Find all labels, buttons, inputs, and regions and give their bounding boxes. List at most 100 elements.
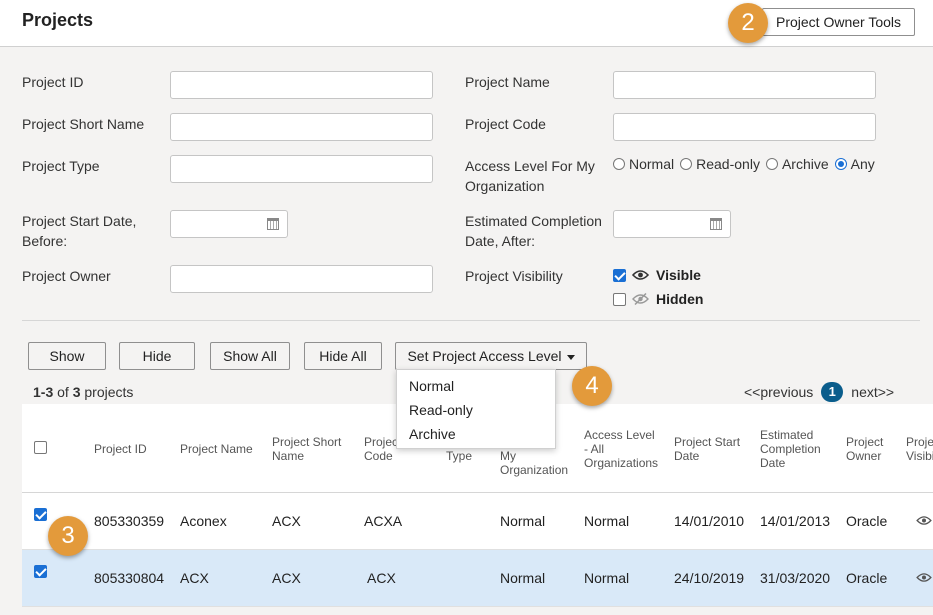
cell-project-owner: Oracle: [846, 570, 888, 586]
access-radio-any[interactable]: Any: [834, 156, 875, 172]
menu-item-normal[interactable]: Normal: [409, 378, 454, 394]
row-checkbox[interactable]: [34, 565, 47, 578]
cell-project-id: 805330804: [94, 570, 165, 586]
col-project-owner[interactable]: Project Owner: [846, 435, 883, 463]
visible-option[interactable]: Visible: [613, 267, 701, 283]
cell-access-all-orgs: Normal: [584, 513, 630, 529]
callout-badge-3: 3: [48, 516, 88, 556]
cell-project-name[interactable]: ACX: [180, 570, 209, 586]
col-access-my-org[interactable]: My Organization: [500, 449, 568, 477]
project-id-input[interactable]: [170, 71, 433, 99]
menu-item-read-only[interactable]: Read-only: [409, 402, 473, 418]
col-code-line1: Projec: [364, 435, 399, 449]
select-all-checkbox[interactable]: [34, 441, 47, 454]
table-row[interactable]: 805330359 Aconex ACX ACXA Normal Normal …: [22, 493, 933, 550]
col-short-name[interactable]: Project Short Name: [272, 435, 341, 463]
show-button[interactable]: Show: [28, 342, 106, 370]
result-count: 1-3 of 3 projects: [33, 384, 133, 400]
col-my-org-line1: My: [500, 449, 516, 463]
project-code-input[interactable]: [613, 113, 876, 141]
callout-badge-4: 4: [572, 366, 612, 406]
cell-access-my-org: Normal: [500, 513, 546, 529]
hidden-checkbox[interactable]: [613, 292, 626, 306]
access-radio-normal[interactable]: Normal: [613, 156, 674, 172]
project-owner-input[interactable]: [170, 265, 433, 293]
access-radio-archive[interactable]: Archive: [765, 156, 829, 172]
radio-circle[interactable]: [680, 158, 693, 170]
est-completion-label-line2: Date, After:: [465, 233, 536, 249]
result-total: 3: [72, 384, 81, 400]
col-short-name-line2: Name: [272, 449, 305, 463]
radio-circle[interactable]: [765, 158, 778, 170]
est-completion-label-line1: Estimated Completion: [465, 213, 602, 229]
result-suffix: projects: [84, 384, 134, 400]
cell-access-my-org: Normal: [500, 570, 546, 586]
eye-icon: [916, 516, 932, 525]
start-date-input[interactable]: [170, 210, 288, 238]
col-all-org-line1: Access Level: [584, 428, 655, 442]
current-page[interactable]: 1: [821, 382, 844, 402]
radio-label: Any: [850, 156, 875, 172]
radio-circle[interactable]: [613, 158, 625, 170]
radio-label: Normal: [629, 156, 675, 172]
cell-project-code: ACXA: [364, 513, 403, 529]
next-link[interactable]: next>>: [851, 384, 894, 400]
calendar-icon[interactable]: [267, 218, 279, 230]
calendar-icon[interactable]: [710, 218, 722, 230]
est-completion-date-input[interactable]: [613, 210, 731, 238]
col-access-all-orgs[interactable]: Access Level - All Organizations: [584, 428, 658, 470]
cell-est-completion: 14/01/2013: [760, 513, 831, 529]
radio-label: Archive: [781, 156, 829, 172]
menu-item-archive[interactable]: Archive: [409, 426, 456, 442]
project-name-input[interactable]: [613, 71, 876, 99]
result-range: 1-3: [33, 384, 54, 400]
col-my-org-line2: Organization: [500, 463, 569, 477]
caret-down-icon: [566, 354, 575, 360]
project-type-input[interactable]: [170, 155, 433, 183]
col-est-completion[interactable]: Estimated Completion Date: [760, 428, 821, 470]
cell-est-completion: 31/03/2020: [760, 570, 831, 586]
cell-project-owner: Oracle: [846, 513, 888, 529]
set-access-level-button[interactable]: Set Project Access Level: [395, 342, 587, 370]
project-code-label: Project Code: [465, 116, 546, 132]
table-row[interactable]: 805330804 ACX ACX ACX Normal Normal 24/1…: [22, 550, 933, 607]
col-start-date[interactable]: Project Start Date: [674, 435, 740, 463]
row-checkbox[interactable]: [34, 508, 47, 521]
col-owner-line1: Project: [846, 435, 884, 449]
pagination: <<previous 1 next>>: [744, 382, 894, 402]
col-vis-line1: Proje: [906, 435, 933, 449]
radio-circle-selected[interactable]: [834, 158, 847, 170]
eye-icon: [632, 270, 649, 280]
page-header: Projects Project Owner Tools: [0, 0, 933, 47]
hidden-label: Hidden: [656, 291, 704, 307]
access-level-dropdown-menu: Normal Read-only Archive: [396, 369, 556, 449]
project-owner-tools-button[interactable]: Project Owner Tools: [762, 8, 915, 36]
hidden-option[interactable]: Hidden: [613, 291, 703, 307]
cell-access-all-orgs: Normal: [584, 570, 630, 586]
access-radio-read-only[interactable]: Read-only: [680, 156, 760, 172]
col-short-name-line1: Project Short: [272, 435, 342, 449]
cell-short-name: ACX: [272, 513, 301, 529]
previous-link[interactable]: <<previous: [744, 384, 813, 400]
col-project-name[interactable]: Project Name: [180, 442, 253, 456]
col-owner-line2: Owner: [846, 449, 882, 463]
col-project-type[interactable]: Type: [446, 449, 472, 463]
col-project-id[interactable]: Project ID: [94, 442, 147, 456]
project-short-name-input[interactable]: [170, 113, 433, 141]
project-id-label: Project ID: [22, 74, 84, 90]
col-project-visibility[interactable]: Proje Visibi: [906, 435, 933, 463]
cell-short-name: ACX: [272, 570, 301, 586]
hide-button[interactable]: Hide: [119, 342, 195, 370]
show-all-button[interactable]: Show All: [210, 342, 290, 370]
hide-all-button[interactable]: Hide All: [304, 342, 382, 370]
access-level-radio-group: Normal Read-only Archive Any: [613, 156, 881, 172]
cell-project-name[interactable]: Aconex: [180, 513, 227, 529]
col-all-org-line2: - All: [584, 442, 605, 456]
project-type-label: Project Type: [22, 158, 100, 174]
eye-slash-icon: [632, 293, 649, 305]
est-completion-label: Estimated Completion Date, After:: [465, 211, 602, 251]
set-access-level-label: Set Project Access Level: [407, 348, 562, 364]
project-visibility-label: Project Visibility: [465, 268, 563, 284]
visible-checkbox[interactable]: [613, 268, 626, 282]
col-project-code[interactable]: Projec Code: [364, 435, 398, 463]
